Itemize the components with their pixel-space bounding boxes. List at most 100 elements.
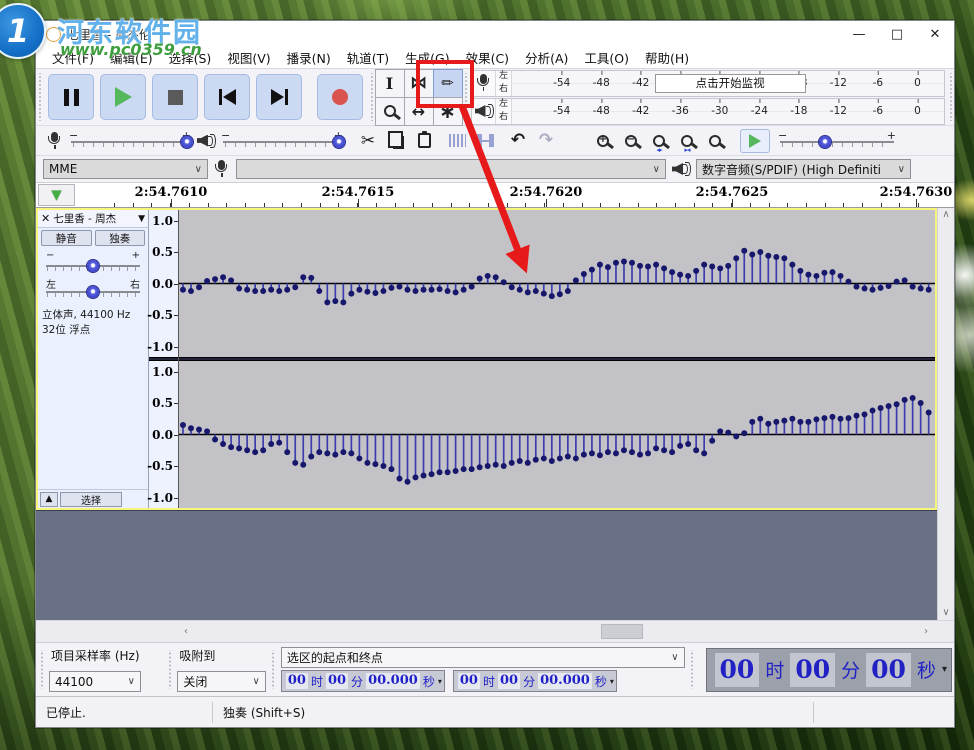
waveform-right-channel[interactable] (179, 361, 935, 508)
monitor-overlay[interactable]: 点击开始监视 (655, 74, 806, 93)
track-title[interactable]: 七里香 - 周杰 (53, 211, 135, 226)
record-button[interactable] (317, 74, 363, 120)
record-volume-thumb[interactable] (181, 136, 193, 148)
selection-mode-select[interactable]: 选区的起点和终点 ∨ (281, 647, 685, 668)
close-button[interactable]: ✕ (916, 21, 954, 47)
play-speed-slider[interactable]: − + (778, 132, 896, 150)
zoom-toggle-button[interactable] (702, 129, 728, 153)
trim-audio-button[interactable] (444, 129, 470, 153)
selection-tool-button[interactable]: I (375, 69, 405, 98)
track-pan-slider[interactable]: 左 右 (46, 276, 140, 300)
time-format-dropdown-icon[interactable]: ▾ (438, 677, 442, 686)
copy-button[interactable] (383, 129, 409, 153)
bigtime-gripper[interactable] (690, 650, 695, 689)
playback-device-select[interactable]: 数字音频(S/PDIF) (High Definiti ∨ (696, 159, 911, 179)
dock-right-gripper[interactable] (948, 73, 953, 121)
play-button[interactable] (100, 74, 146, 120)
track-collapse-button[interactable]: ▲ (40, 492, 58, 507)
time-shift-tool-button[interactable]: ↔ (404, 97, 434, 126)
silence-audio-button[interactable] (472, 129, 498, 153)
undo-button[interactable]: ↶ (505, 129, 531, 153)
vertical-scrollbar[interactable]: ∧ ∨ (937, 208, 954, 620)
meter-toolbar-gripper[interactable] (463, 73, 468, 121)
selection-gripper[interactable] (271, 650, 276, 689)
playback-volume-slider[interactable]: − + (221, 132, 343, 150)
redo-button[interactable]: ↷ (533, 129, 559, 153)
selection-start-field[interactable]: 00时00分00.000秒▾ (281, 670, 445, 692)
track-close-icon[interactable]: ✕ (41, 212, 50, 225)
track-gain-slider[interactable]: − + (46, 250, 140, 274)
timeline-ruler[interactable]: ▼ 2:54.76102:54.76152:54.76202:54.76252:… (36, 183, 954, 208)
stop-button[interactable] (152, 74, 198, 120)
mute-button[interactable]: 静音 (41, 230, 92, 246)
selection-toolbar-gripper[interactable] (39, 650, 44, 689)
time-value[interactable]: 00 (790, 653, 835, 687)
time-value[interactable]: 00 (715, 653, 760, 687)
menu-item-10[interactable]: 帮助(H) (637, 48, 697, 67)
recording-meter-scale[interactable]: -54-48-42-36-30-24-18-12-60点击开始监视 (512, 71, 944, 96)
vertical-ruler-right-channel[interactable]: 1.00.50.0-0.5-1.0 (149, 361, 178, 508)
record-volume-slider[interactable]: − + (69, 132, 191, 150)
project-rate-select[interactable]: 44100 ∨ (49, 671, 141, 692)
paste-button[interactable] (411, 129, 437, 153)
recording-meter[interactable]: 左右 -54-48-42-36-30-24-18-12-60点击开始监视 (471, 70, 945, 97)
time-format-dropdown-icon[interactable]: ▾ (942, 664, 947, 675)
playback-meter-scale[interactable]: -54-48-42-36-30-24-18-12-60 (512, 99, 944, 124)
horizontal-scrollbar[interactable]: ‹ › (36, 620, 954, 642)
time-value[interactable]: 00 (286, 673, 308, 689)
menu-item-4[interactable]: 播录(N) (279, 48, 339, 67)
track-gain-thumb[interactable] (87, 260, 99, 272)
audio-host-select[interactable]: MME ∨ (43, 159, 208, 179)
menu-item-7[interactable]: 效果(C) (458, 48, 517, 67)
maximize-button[interactable]: □ (878, 21, 916, 47)
selection-end-field[interactable]: 00时00分00.000秒▾ (453, 670, 617, 692)
audio-position-display[interactable]: 00时00分00秒▾ (706, 648, 952, 692)
scroll-up-arrow[interactable]: ∧ (942, 210, 949, 220)
recording-device-select[interactable]: ∨ (236, 159, 666, 179)
snap-gripper[interactable] (167, 650, 172, 689)
snap-select[interactable]: 关闭 ∨ (177, 671, 265, 692)
vertical-ruler[interactable]: 1.00.50.0-0.5-1.0 1.00.50.0-0.5-1.0 (149, 210, 179, 508)
track-pan-thumb[interactable] (87, 286, 99, 298)
scroll-down-arrow[interactable]: ∨ (942, 608, 949, 618)
transport-toolbar-gripper[interactable] (37, 73, 42, 121)
skip-to-end-button[interactable] (256, 74, 302, 120)
menu-item-8[interactable]: 分析(A) (517, 48, 576, 67)
skip-to-start-button[interactable] (204, 74, 250, 120)
time-value[interactable]: 00 (866, 653, 911, 687)
time-value[interactable]: 00 (498, 673, 520, 689)
menu-item-5[interactable]: 轨道(T) (339, 48, 397, 67)
tools-toolbar-gripper[interactable] (369, 73, 374, 121)
menu-item-6[interactable]: 生成(G) (397, 48, 457, 67)
playback-volume-thumb[interactable] (333, 136, 345, 148)
zoom-tool-button[interactable] (375, 97, 405, 126)
play-speed-thumb[interactable] (819, 136, 831, 148)
empty-track-area[interactable] (36, 510, 937, 620)
zoom-out-button[interactable]: − (618, 129, 644, 153)
time-value[interactable]: 00 (458, 673, 480, 689)
play-at-speed-button[interactable] (740, 129, 770, 153)
vertical-ruler-left-channel[interactable]: 1.00.50.0-0.5-1.0 (149, 210, 178, 357)
scroll-left-arrow[interactable]: ‹ (178, 621, 194, 642)
zoom-in-button[interactable]: + (590, 129, 616, 153)
timeline-options-button[interactable]: ▼ (38, 184, 75, 206)
time-format-dropdown-icon[interactable]: ▾ (610, 677, 614, 686)
time-value[interactable]: 00.000 (538, 673, 592, 689)
scroll-right-arrow[interactable]: › (918, 621, 934, 642)
horizontal-scroll-thumb[interactable] (601, 624, 643, 639)
menu-item-9[interactable]: 工具(O) (576, 48, 637, 67)
playback-meter[interactable]: 左右 -54-48-42-36-30-24-18-12-60 (471, 98, 945, 125)
draw-tool-button[interactable]: ✏ (433, 69, 463, 98)
solo-button[interactable]: 独奏 (95, 230, 146, 246)
time-value[interactable]: 00 (326, 673, 348, 689)
envelope-tool-button[interactable]: ⋈ (404, 69, 434, 98)
track-select-button[interactable]: 选择 (60, 492, 122, 507)
fit-selection-button[interactable]: ◂▸ (646, 129, 672, 153)
track-menu-icon[interactable]: ▼ (138, 214, 145, 224)
multi-tool-button[interactable]: ∗ (433, 97, 463, 126)
pause-button[interactable] (48, 74, 94, 120)
cut-button[interactable]: ✂ (355, 129, 381, 153)
menu-item-3[interactable]: 视图(V) (219, 48, 278, 67)
fit-project-button[interactable]: ▸◂ (674, 129, 700, 153)
waveform-left-channel[interactable] (179, 210, 935, 357)
